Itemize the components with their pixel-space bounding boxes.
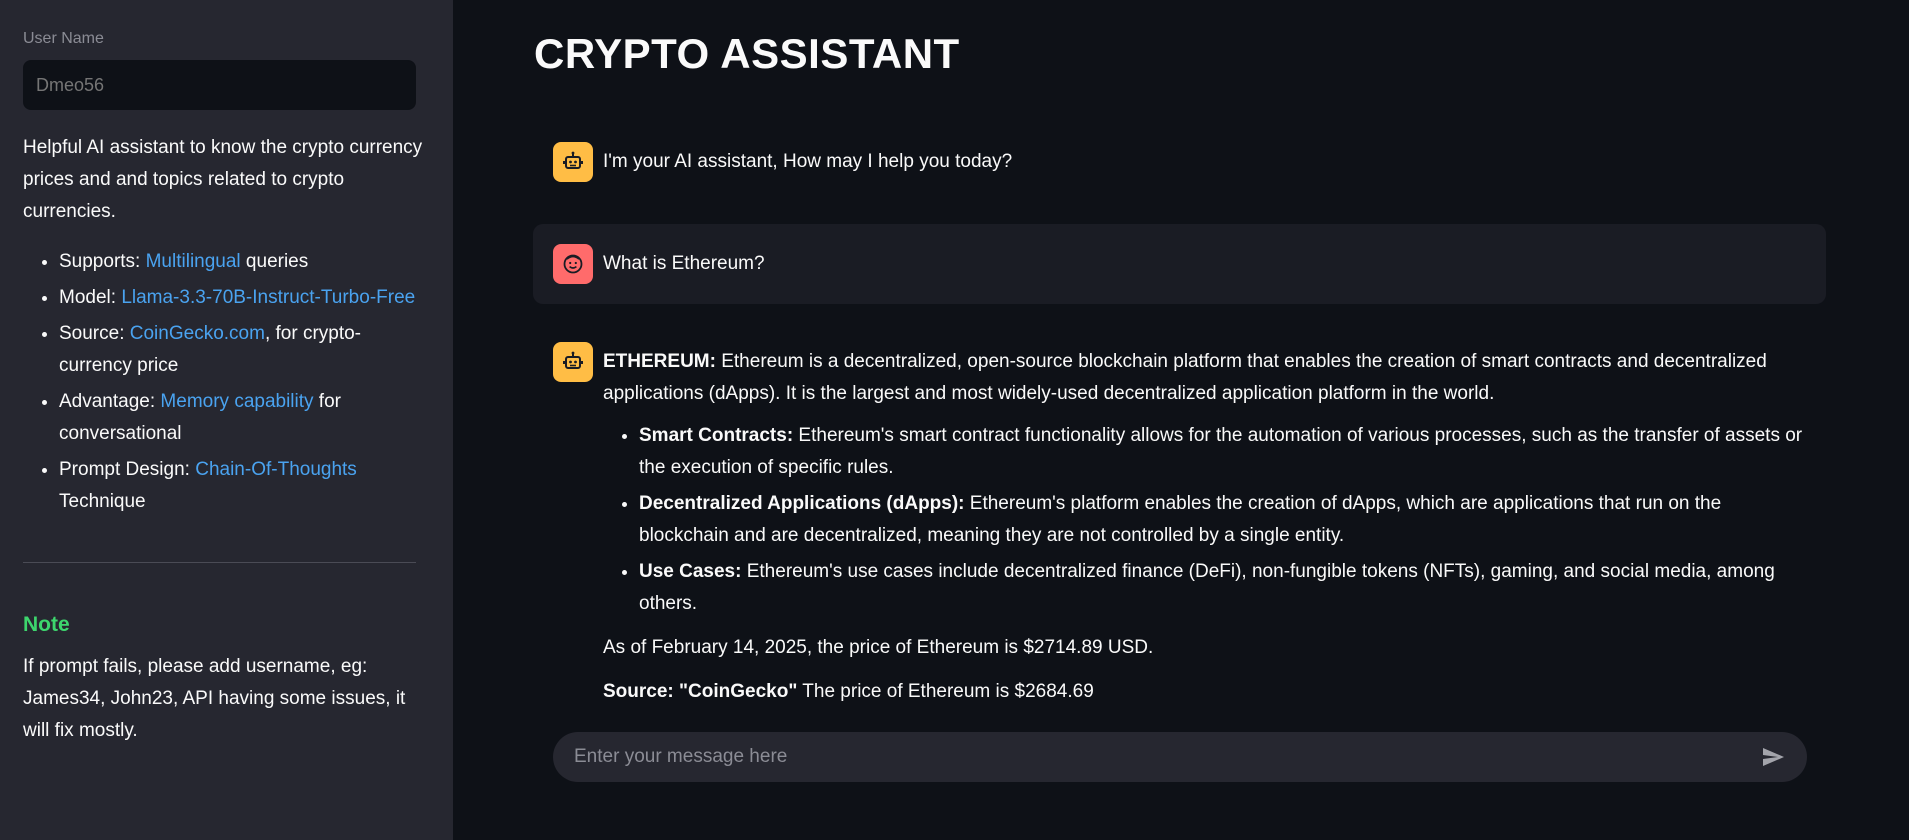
feature-prefix: Prompt Design:	[59, 459, 196, 480]
response-bullet: Decentralized Applications (dApps): Ethe…	[639, 488, 1806, 552]
feature-item-supports: Supports: Multilingual queries	[59, 246, 430, 278]
chat-message-assistant: I'm your AI assistant, How may I help yo…	[533, 142, 1826, 186]
bullet-text: Ethereum's use cases include decentraliz…	[639, 561, 1775, 614]
main-content: CRYPTO ASSISTANT I'm your AI assistant, …	[453, 0, 1909, 840]
user-name-input[interactable]	[23, 60, 416, 110]
response-intro-heading: ETHEREUM:	[603, 351, 716, 372]
feature-prefix: Source:	[59, 323, 130, 344]
source-text: The price of Ethereum is $2684.69	[797, 681, 1094, 702]
model-link[interactable]: Llama-3.3-70B-Instruct-Turbo-Free	[121, 287, 415, 308]
response-body: ETHEREUM: Ethereum is a decentralized, o…	[603, 342, 1806, 708]
feature-suffix: Technique	[59, 491, 146, 512]
response-bullet-list: Smart Contracts: Ethereum's smart contra…	[603, 420, 1806, 620]
response-intro: ETHEREUM: Ethereum is a decentralized, o…	[603, 346, 1806, 410]
robot-icon	[553, 142, 593, 182]
feature-item-advantage: Advantage: Memory capability for convers…	[59, 386, 430, 450]
smiley-face-icon	[553, 244, 593, 284]
feature-prefix: Model:	[59, 287, 122, 308]
bullet-text: Ethereum's smart contract functionality …	[639, 425, 1803, 478]
chain-of-thoughts-link[interactable]: Chain-Of-Thoughts	[195, 459, 357, 480]
memory-capability-link[interactable]: Memory capability	[160, 391, 313, 412]
bullet-heading: Smart Contracts:	[639, 425, 794, 446]
chat-message-assistant-response: ETHEREUM: Ethereum is a decentralized, o…	[533, 342, 1826, 702]
multilingual-link[interactable]: Multilingual	[146, 251, 241, 272]
user-name-label: User Name	[23, 30, 104, 47]
note-title: Note	[23, 613, 70, 636]
bullet-heading: Use Cases:	[639, 561, 742, 582]
chat-input-bar	[553, 732, 1807, 782]
price-line: As of February 14, 2025, the price of Et…	[603, 637, 1154, 658]
coingecko-link[interactable]: CoinGecko.com	[130, 323, 265, 344]
response-bullet: Use Cases: Ethereum's use cases include …	[639, 556, 1806, 620]
feature-prefix: Supports:	[59, 251, 146, 272]
feature-prefix: Advantage:	[59, 391, 161, 412]
feature-list: Supports: Multilingual queries Model: Ll…	[23, 246, 430, 518]
robot-icon	[553, 342, 593, 382]
source-heading: Source: "CoinGecko"	[603, 681, 798, 702]
feature-item-source: Source: CoinGecko.com, for crypto-curren…	[59, 318, 430, 382]
feature-suffix: queries	[240, 251, 309, 272]
response-intro-text: Ethereum is a decentralized, open-source…	[603, 351, 1767, 404]
app-description: Helpful AI assistant to know the crypto …	[23, 137, 423, 222]
send-button[interactable]	[1759, 743, 1787, 771]
feature-item-prompt-design: Prompt Design: Chain-Of-Thoughts Techniq…	[59, 454, 430, 518]
message-text: I'm your AI assistant, How may I help yo…	[603, 151, 1013, 172]
response-bullet: Smart Contracts: Ethereum's smart contra…	[639, 420, 1806, 484]
chat-input[interactable]	[574, 746, 1759, 768]
message-text: What is Ethereum?	[603, 253, 765, 274]
feature-item-model: Model: Llama-3.3-70B-Instruct-Turbo-Free	[59, 282, 430, 314]
chat-message-user: What is Ethereum?	[533, 224, 1826, 304]
sidebar-divider	[23, 562, 416, 563]
sidebar: User Name Helpful AI assistant to know t…	[0, 0, 453, 840]
note-text: If prompt fails, please add username, eg…	[23, 656, 406, 741]
bullet-heading: Decentralized Applications (dApps):	[639, 493, 965, 514]
source-line: Source: "CoinGecko" The price of Ethereu…	[603, 676, 1806, 708]
send-icon	[1763, 748, 1784, 766]
page-title: CRYPTO ASSISTANT	[534, 30, 960, 77]
